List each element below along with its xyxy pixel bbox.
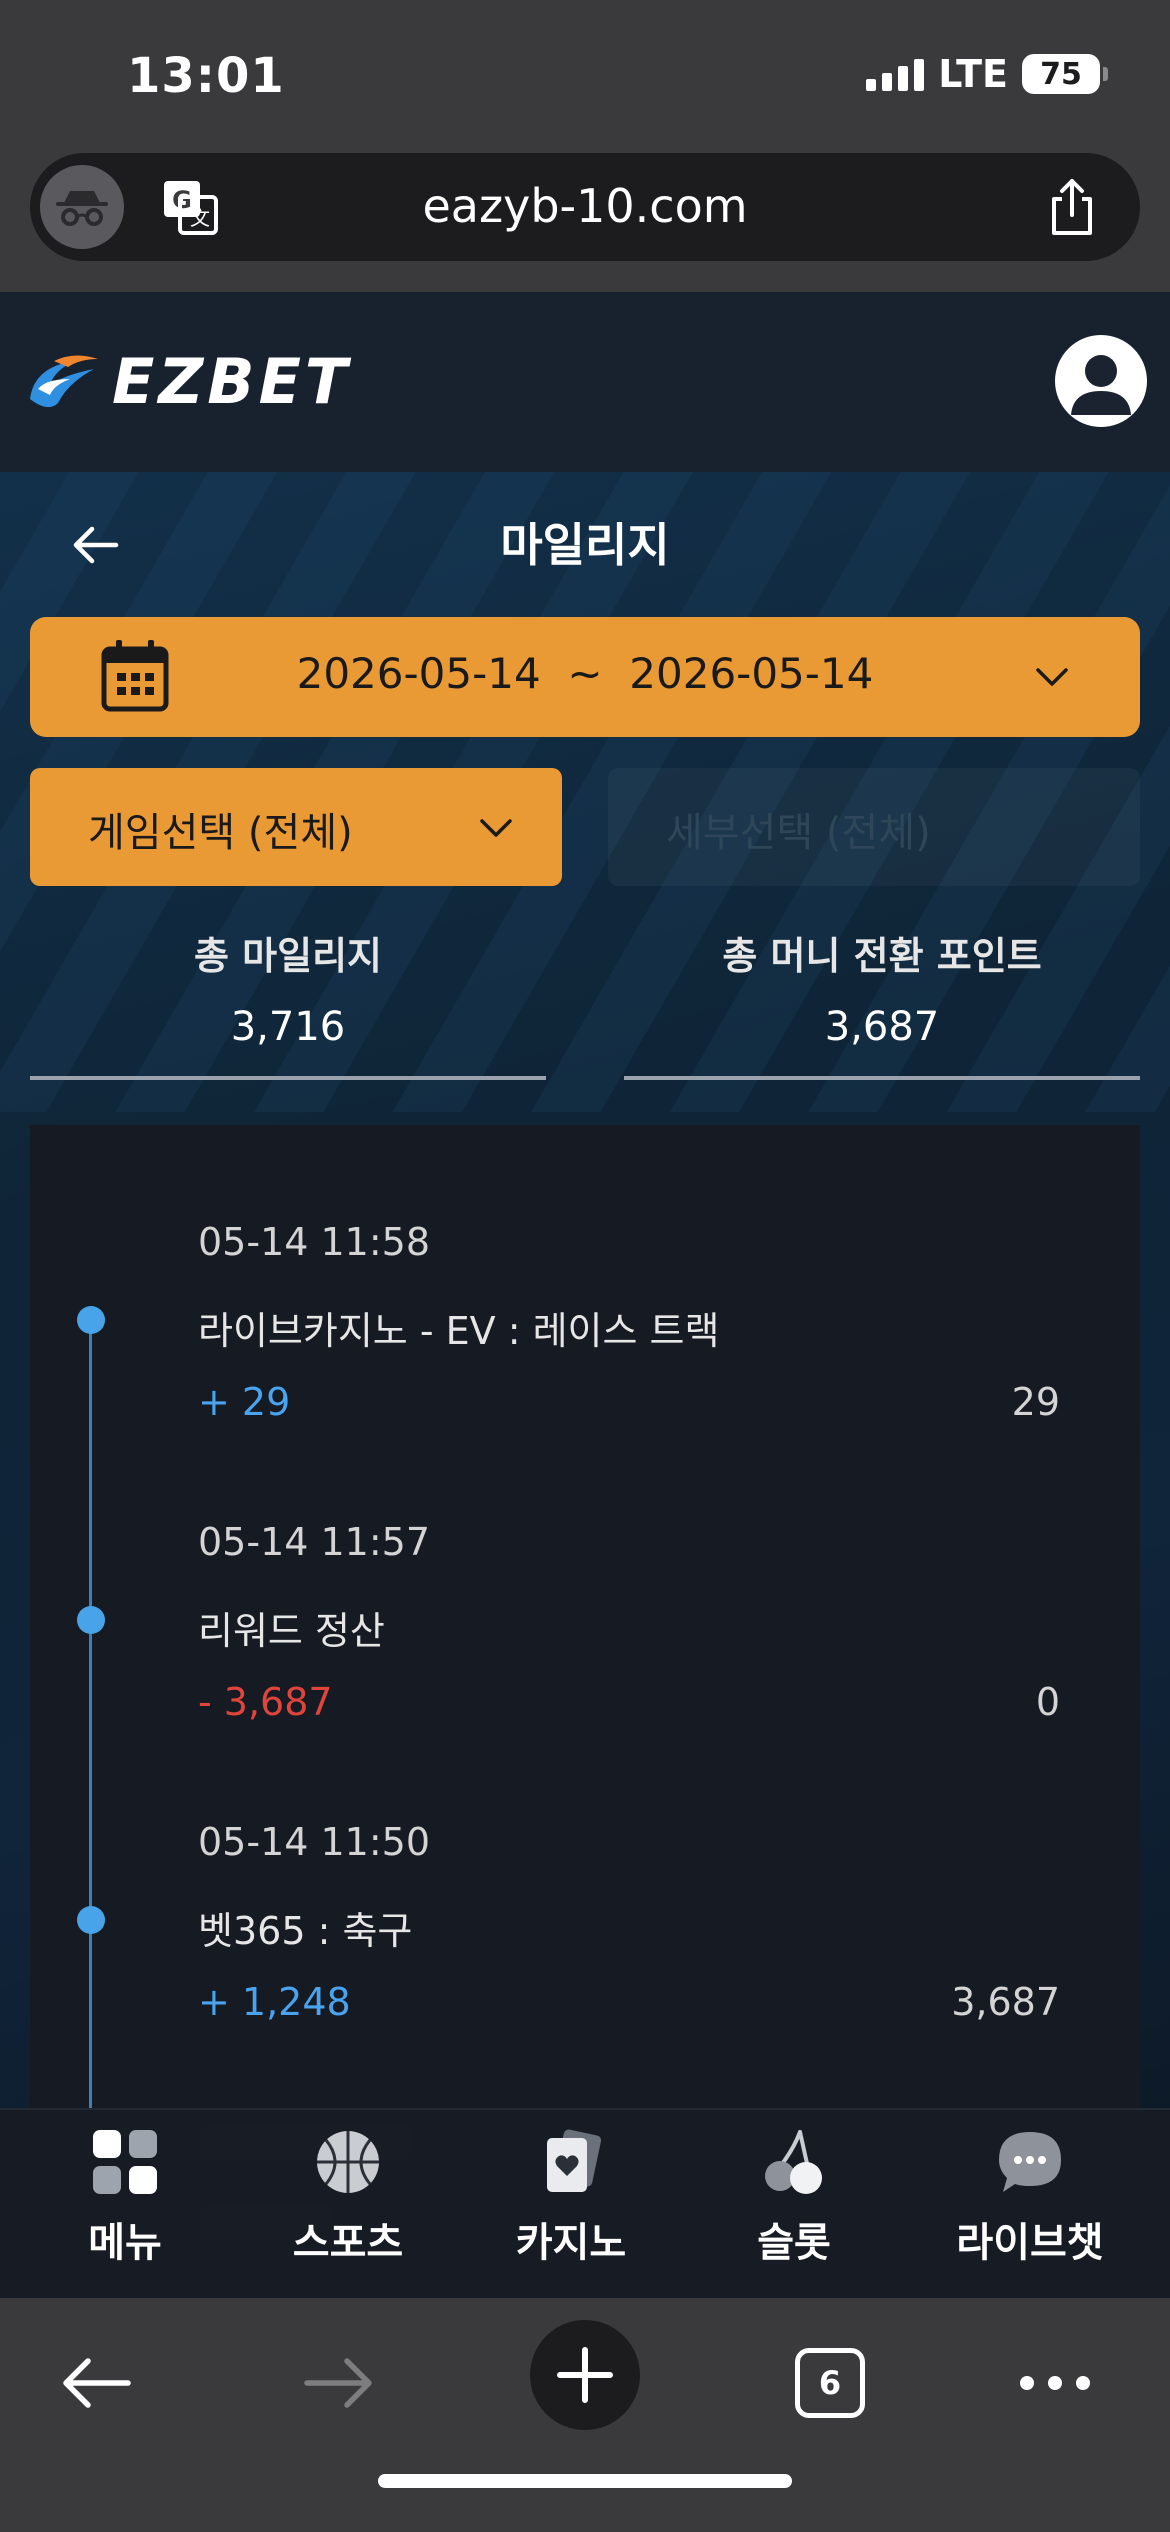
entry-description: 라이브카지노 - EV : 레이스 트랙: [198, 1309, 720, 1353]
nav-item-casino[interactable]: 카지노: [481, 2124, 661, 2268]
forward-icon[interactable]: [285, 2328, 395, 2438]
entry-balance: 0: [1035, 1680, 1060, 1724]
nav-item-menu[interactable]: 메뉴: [35, 2124, 215, 2268]
menu-grid-icon: [87, 2124, 163, 2200]
sub-select-dropdown: 세부선택 (전체): [608, 768, 1140, 886]
page-header: 마일리지: [0, 505, 1170, 585]
timeline-line: [89, 1320, 92, 2108]
timeline-dot: [77, 1306, 105, 1334]
bottom-nav: 메뉴 스포츠 카지노 슬롯 라이브챗: [0, 2108, 1170, 2298]
back-icon[interactable]: [40, 2328, 150, 2438]
nav-item-livechat[interactable]: 라이브챗: [940, 2124, 1120, 2268]
entry-time: 05-14 11:58: [198, 1220, 431, 1264]
entry-description: 벳365 : 축구: [198, 1909, 413, 1953]
game-select-dropdown[interactable]: 게임선택 (전체): [30, 768, 562, 886]
nav-label: 슬롯: [757, 2220, 831, 2266]
entry-balance: 3,687: [951, 1980, 1060, 2024]
basketball-icon: [310, 2124, 386, 2200]
nav-label: 메뉴: [88, 2220, 162, 2266]
battery-icon: 75: [1022, 54, 1108, 94]
entry-amount: + 29: [198, 1380, 291, 1424]
chat-bubble-icon: [992, 2124, 1068, 2200]
total-mileage-value: 3,716: [230, 1004, 346, 1050]
chevron-down-icon: [478, 810, 514, 846]
entry-amount: + 1,248: [198, 1980, 351, 2024]
timeline-dot: [77, 1906, 105, 1934]
tabs-icon[interactable]: 6: [775, 2328, 885, 2438]
network-type: LTE: [938, 52, 1008, 96]
total-conversion-stat: 총 머니 전환 포인트 3,687: [624, 925, 1140, 1080]
address-bar[interactable]: G 文 eazyb-10.com: [30, 153, 1140, 261]
ezbet-logo[interactable]: EZBET: [24, 345, 351, 418]
user-avatar-icon[interactable]: [1055, 335, 1147, 427]
logo-mark-icon: [30, 354, 98, 407]
status-time: 13:01: [127, 48, 285, 104]
total-mileage-label: 총 마일리지: [193, 934, 383, 978]
entry-time: 05-14 11:57: [198, 1520, 431, 1564]
nav-item-slots[interactable]: 슬롯: [704, 2124, 884, 2268]
page-title: 마일리지: [500, 518, 670, 572]
cards-icon: [533, 2124, 609, 2200]
total-mileage-stat: 총 마일리지 3,716: [30, 925, 546, 1080]
home-indicator: [378, 2474, 792, 2488]
tab-count: 6: [818, 2364, 842, 2402]
more-icon[interactable]: [1000, 2328, 1110, 2438]
timeline-dot: [77, 1606, 105, 1634]
nav-label: 카지노: [515, 2220, 627, 2266]
share-icon[interactable]: [1042, 175, 1102, 239]
entry-amount: - 3,687: [198, 1680, 333, 1724]
date-range-text: 2026-05-14 ~ 2026-05-14: [296, 649, 874, 698]
new-tab-icon[interactable]: [530, 2320, 640, 2430]
signal-icon: [866, 57, 925, 91]
mileage-history-panel: [30, 1125, 1140, 2108]
total-conversion-value: 3,687: [824, 1004, 940, 1050]
sub-select-label: 세부선택 (전체): [666, 810, 931, 856]
url-text[interactable]: eazyb-10.com: [30, 179, 1140, 233]
entry-balance: 29: [1011, 1380, 1060, 1424]
game-select-label: 게임선택 (전체): [88, 810, 353, 856]
chevron-down-icon: [1034, 659, 1070, 695]
browser-bottom-toolbar: 6: [0, 2298, 1170, 2532]
divider: [624, 1076, 1140, 1080]
nav-label: 스포츠: [292, 2220, 404, 2266]
logo-text: EZBET: [112, 345, 352, 418]
entry-description: 리워드 정산: [198, 1609, 385, 1653]
nav-item-sports[interactable]: 스포츠: [258, 2124, 438, 2268]
total-conversion-label: 총 머니 전환 포인트: [722, 934, 1042, 978]
nav-label: 라이브챗: [956, 2220, 1104, 2266]
cherry-icon: [756, 2124, 832, 2200]
divider: [30, 1076, 546, 1080]
battery-level: 75: [1040, 56, 1082, 92]
status-indicators: LTE 75: [866, 52, 1108, 96]
browser-top-chrome: 13:01 LTE 75 G 文 eazyb-10.com: [0, 0, 1170, 292]
date-range-picker[interactable]: 2026-05-14 ~ 2026-05-14: [30, 617, 1140, 737]
entry-time: 05-14 11:50: [198, 1820, 431, 1864]
